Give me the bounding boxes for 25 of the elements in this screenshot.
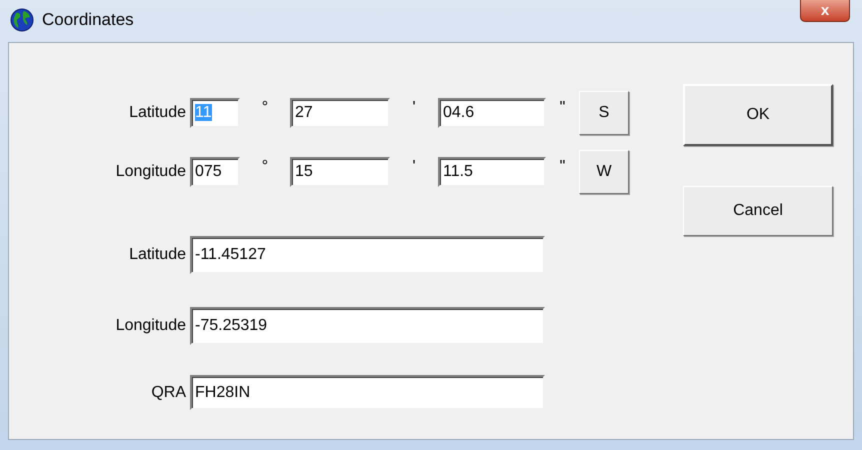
input-field[interactable]: -11.45127: [190, 236, 545, 274]
window-title: Coordinates: [42, 10, 134, 30]
field-label: Longitude: [114, 317, 187, 335]
minute-mark: ': [411, 158, 417, 176]
seconds-field[interactable]: 04.6: [438, 98, 546, 128]
second-mark: ": [558, 99, 566, 117]
minute-mark: ': [411, 99, 417, 117]
globe-icon: [10, 8, 34, 32]
dialog-button[interactable]: OK: [683, 84, 833, 146]
degree-mark: °: [260, 99, 270, 117]
hemisphere-button[interactable]: W: [579, 150, 629, 194]
minutes-field[interactable]: 27: [290, 98, 390, 128]
input-field[interactable]: FH28IN: [190, 375, 545, 410]
degrees-field[interactable]: 075: [190, 157, 240, 187]
second-mark: ": [558, 158, 566, 176]
degree-mark: °: [260, 158, 270, 176]
seconds-field[interactable]: 11.5: [438, 157, 546, 187]
field-label: Latitude: [128, 246, 187, 264]
input-field[interactable]: -75.25319: [190, 307, 545, 345]
field-label: Latitude: [128, 104, 187, 122]
hemisphere-button[interactable]: S: [579, 91, 629, 135]
dialog-button[interactable]: Cancel: [683, 186, 833, 236]
minutes-field[interactable]: 15: [290, 157, 390, 187]
field-label: QRA: [150, 384, 187, 402]
field-label: Longitude: [114, 163, 187, 181]
